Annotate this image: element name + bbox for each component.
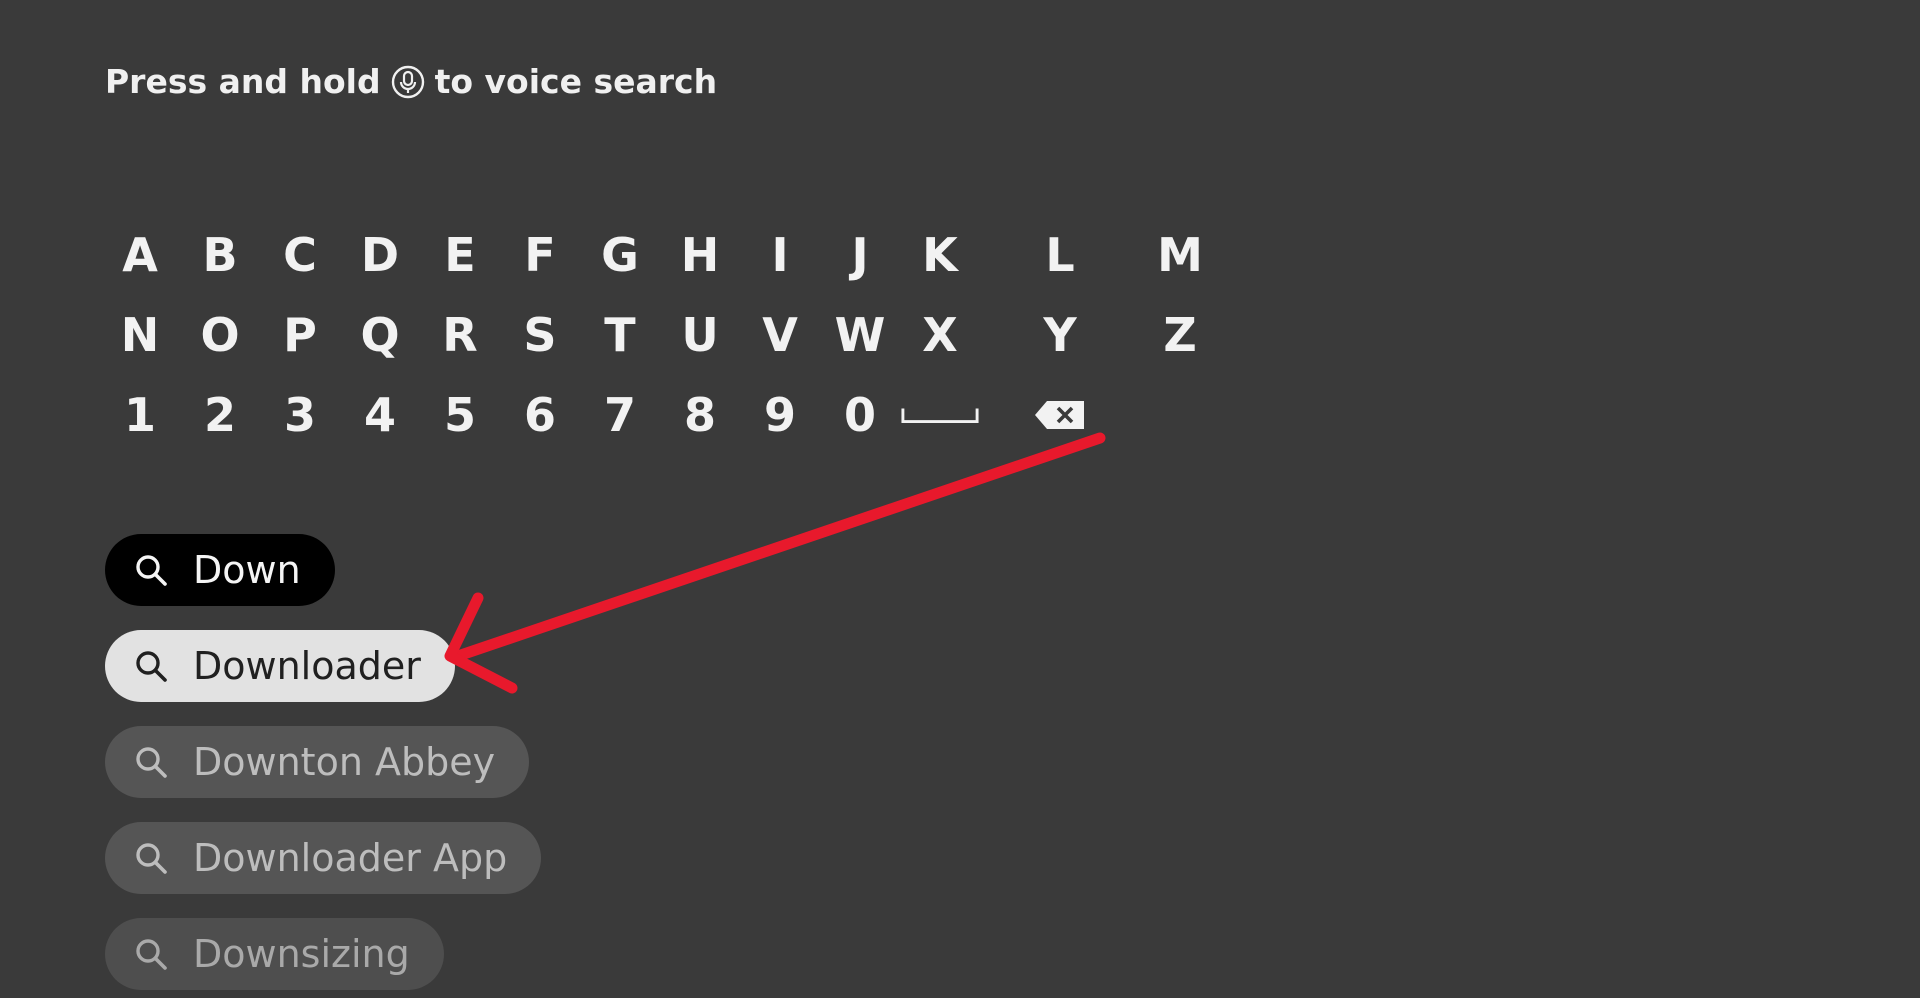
suggestion-label: Downton Abbey: [193, 740, 496, 784]
key-v[interactable]: V: [740, 295, 820, 375]
key-y[interactable]: Y: [980, 295, 1140, 375]
key-l[interactable]: L: [980, 215, 1140, 295]
key-5[interactable]: 5: [420, 375, 500, 455]
suggestion-label: Downsizing: [193, 932, 410, 976]
search-icon: [133, 840, 169, 876]
suggestion-downloader-app[interactable]: Downloader App: [105, 822, 542, 894]
search-icon: [133, 648, 169, 684]
suggestion-down[interactable]: Down: [105, 534, 335, 606]
key-j[interactable]: J: [820, 215, 900, 295]
key-6[interactable]: 6: [500, 375, 580, 455]
key-n[interactable]: N: [100, 295, 180, 375]
key-k[interactable]: K: [900, 215, 980, 295]
search-suggestions: Down Downloader Downton Abbey Downloader…: [105, 534, 542, 990]
search-icon: [133, 552, 169, 588]
key-0[interactable]: 0: [820, 375, 900, 455]
suggestion-label: Downloader: [193, 644, 421, 688]
key-s[interactable]: S: [500, 295, 580, 375]
voice-hint-before: Press and hold: [105, 62, 381, 101]
key-g[interactable]: G: [580, 215, 660, 295]
key-z[interactable]: Z: [1140, 295, 1220, 375]
key-p[interactable]: P: [260, 295, 340, 375]
key-d[interactable]: D: [340, 215, 420, 295]
key-1[interactable]: 1: [100, 375, 180, 455]
key-7[interactable]: 7: [580, 375, 660, 455]
key-2[interactable]: 2: [180, 375, 260, 455]
key-3[interactable]: 3: [260, 375, 340, 455]
suggestion-downloader[interactable]: Downloader: [105, 630, 455, 702]
backspace-icon: [1035, 401, 1084, 429]
voice-search-hint: Press and hold to voice search: [105, 62, 717, 101]
key-c[interactable]: C: [260, 215, 340, 295]
key-4[interactable]: 4: [340, 375, 420, 455]
key-b[interactable]: B: [180, 215, 260, 295]
suggestion-downsizing[interactable]: Downsizing: [105, 918, 444, 990]
key-i[interactable]: I: [740, 215, 820, 295]
key-h[interactable]: H: [660, 215, 740, 295]
backspace-key[interactable]: [980, 375, 1140, 455]
key-r[interactable]: R: [420, 295, 500, 375]
key-a[interactable]: A: [100, 215, 180, 295]
on-screen-keyboard: A B C D E F G H I J K L M N O P Q R S T …: [100, 215, 1220, 455]
key-f[interactable]: F: [500, 215, 580, 295]
search-icon: [133, 744, 169, 780]
key-x[interactable]: X: [900, 295, 980, 375]
key-9[interactable]: 9: [740, 375, 820, 455]
key-8[interactable]: 8: [660, 375, 740, 455]
key-u[interactable]: U: [660, 295, 740, 375]
suggestion-downton-abbey[interactable]: Downton Abbey: [105, 726, 530, 798]
suggestion-label: Down: [193, 548, 301, 592]
space-bar-icon: [901, 408, 979, 423]
microphone-icon: [391, 65, 425, 99]
key-o[interactable]: O: [180, 295, 260, 375]
space-key[interactable]: [900, 375, 980, 455]
search-icon: [133, 936, 169, 972]
suggestion-label: Downloader App: [193, 836, 508, 880]
search-screen: Press and hold to voice search A B C D E…: [0, 0, 1920, 998]
voice-hint-after: to voice search: [434, 62, 718, 101]
key-w[interactable]: W: [820, 295, 900, 375]
key-q[interactable]: Q: [340, 295, 420, 375]
key-m[interactable]: M: [1140, 215, 1220, 295]
key-t[interactable]: T: [580, 295, 660, 375]
key-e[interactable]: E: [420, 215, 500, 295]
